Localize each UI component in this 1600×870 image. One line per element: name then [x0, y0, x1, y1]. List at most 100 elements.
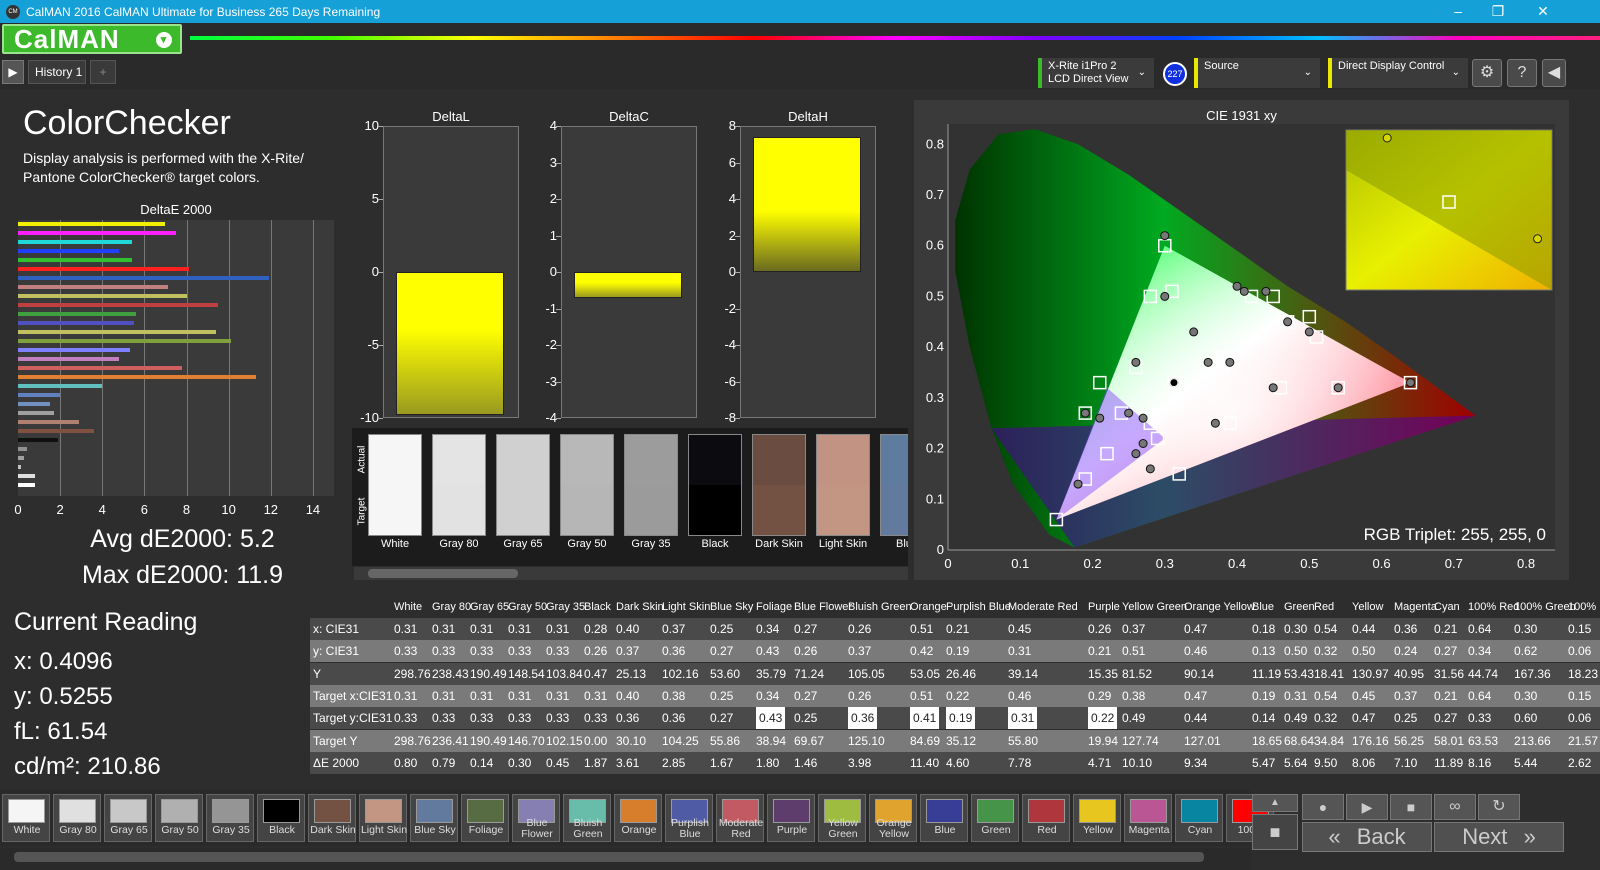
column-header: Green [1284, 601, 1315, 613]
back-icon: « [1328, 824, 1341, 849]
swatch-pair[interactable] [560, 434, 614, 536]
patch-button[interactable]: Magenta [1124, 794, 1172, 842]
table-cell: 0.25 [710, 688, 734, 703]
swatch-scrollbar[interactable] [354, 567, 908, 580]
loop-icon[interactable]: ∞ [1434, 794, 1476, 820]
patch-button[interactable]: Orange Yellow [869, 794, 917, 842]
deltae-bar [18, 258, 132, 262]
add-tab-button[interactable]: + [90, 60, 116, 84]
tick-mark [556, 308, 561, 310]
rainbow-strip [190, 36, 1600, 40]
record-icon[interactable]: ● [1302, 794, 1344, 820]
patch-button[interactable]: Dark Skin [308, 794, 356, 842]
patch-button[interactable]: Bluish Green [563, 794, 611, 842]
patch-button[interactable]: Red [1022, 794, 1070, 842]
gridline [144, 220, 146, 496]
next-button[interactable]: Next » [1434, 822, 1564, 852]
stop-icon[interactable]: ■ [1390, 794, 1432, 820]
up-icon[interactable]: ▲ [1252, 794, 1298, 812]
swatch-label: Black [701, 538, 729, 550]
tick-mark [378, 199, 383, 200]
gear-icon[interactable]: ⚙ [1472, 59, 1502, 87]
table-cell: 104.25 [662, 733, 699, 748]
table-cell: 0.33 [470, 644, 494, 659]
patch-button[interactable]: Yellow Green [818, 794, 866, 842]
actual-marker [1160, 291, 1170, 301]
swatch-pair[interactable] [816, 434, 870, 536]
tab-history-1[interactable]: History 1 [28, 60, 86, 84]
scrollbar-thumb[interactable] [14, 852, 1204, 862]
maximize-button[interactable]: ❐ [1475, 0, 1521, 23]
patch-button[interactable]: Blue Flower [512, 794, 560, 842]
collapse-icon[interactable]: ◀ [1542, 59, 1566, 87]
x-tick-label: 2 [56, 502, 64, 517]
patch-label: White [13, 824, 41, 836]
column-header: Orange [910, 601, 947, 613]
swatch-pair[interactable] [752, 434, 806, 536]
table-cell: 84.69 [910, 733, 941, 748]
meter-badge[interactable]: 227 [1163, 62, 1187, 86]
patch-button[interactable]: Moderate Red [716, 794, 764, 842]
play-icon[interactable]: ▶ [2, 60, 24, 84]
patch-button[interactable]: Gray 35 [206, 794, 254, 842]
meter-selector[interactable]: X-Rite i1Pro 2 LCD Direct View ⌄ [1038, 58, 1154, 88]
play-icon[interactable]: ▶ [1346, 794, 1388, 820]
patch-button[interactable]: Purple [767, 794, 815, 842]
help-icon[interactable]: ? [1507, 59, 1537, 87]
display-selector[interactable]: Direct Display Control ⌄ [1328, 58, 1468, 88]
table-cell: 0.26 [848, 622, 872, 636]
actual-label: Actual [356, 445, 368, 474]
tick-mark [556, 418, 561, 419]
table-cell: 5.47 [1252, 755, 1276, 770]
table-cell: 7.78 [1008, 755, 1032, 770]
table-cell: 1.87 [584, 755, 608, 770]
swatch-pair[interactable] [688, 434, 742, 536]
patch-button[interactable]: Green [971, 794, 1019, 842]
deltae-bar [18, 348, 130, 352]
source-selector[interactable]: Source ⌄ [1194, 58, 1320, 88]
calman-menu-button[interactable]: CalMAN ▾ [2, 24, 182, 54]
deltae-bar [18, 330, 217, 334]
patch-button[interactable]: Purplish Blue [665, 794, 713, 842]
swatch-pair[interactable] [880, 434, 908, 536]
swatch-pair[interactable] [368, 434, 422, 536]
patch-button[interactable]: Blue Sky [410, 794, 458, 842]
table-cell: 0.31 [432, 622, 456, 636]
refresh-icon[interactable]: ↻ [1478, 794, 1520, 820]
swatch-pair[interactable] [624, 434, 678, 536]
patch-scrollbar[interactable] [0, 848, 1250, 870]
patch-button[interactable]: Gray 65 [104, 794, 152, 842]
patch-button[interactable]: Black [257, 794, 305, 842]
x-tick-label: 12 [263, 502, 279, 517]
patch-swatch [365, 799, 402, 823]
back-button[interactable]: « Back [1302, 822, 1432, 852]
table-cell: 0.47 [1352, 711, 1376, 726]
y-tick-label: -6 [724, 373, 736, 389]
patch-button[interactable]: Foliage [461, 794, 509, 842]
swatch-pair[interactable] [432, 434, 486, 536]
patch-button[interactable]: Blue [920, 794, 968, 842]
table-cell: 0.34 [756, 688, 780, 703]
patch-button[interactable]: Gray 50 [155, 794, 203, 842]
table-cell: 0.21 [1088, 644, 1112, 659]
tick-mark [735, 272, 740, 273]
swatch-label: White [380, 538, 410, 550]
table-cell: 4.60 [946, 755, 970, 770]
patch-button[interactable]: White [2, 794, 50, 842]
patch-button[interactable]: Orange [614, 794, 662, 842]
scrollbar-thumb[interactable] [368, 569, 518, 578]
patch-button[interactable]: Light Skin [359, 794, 407, 842]
deltae-bar [18, 321, 134, 325]
patch-button[interactable]: Cyan [1175, 794, 1223, 842]
table-cell: 63.53 [1468, 733, 1499, 748]
column-header: 100% [1568, 601, 1597, 613]
table-cell: 0.45 [546, 755, 570, 770]
patch-button[interactable]: Yellow [1073, 794, 1121, 842]
swatch-pair[interactable] [496, 434, 550, 536]
close-button[interactable]: ✕ [1520, 0, 1566, 23]
patch-button[interactable]: Gray 80 [53, 794, 101, 842]
table-cell: 127.01 [1184, 733, 1221, 748]
table-cell: 0.46 [1008, 688, 1032, 703]
stop-icon[interactable]: ■ [1252, 814, 1298, 850]
column-header: Bluish Green [848, 601, 912, 613]
